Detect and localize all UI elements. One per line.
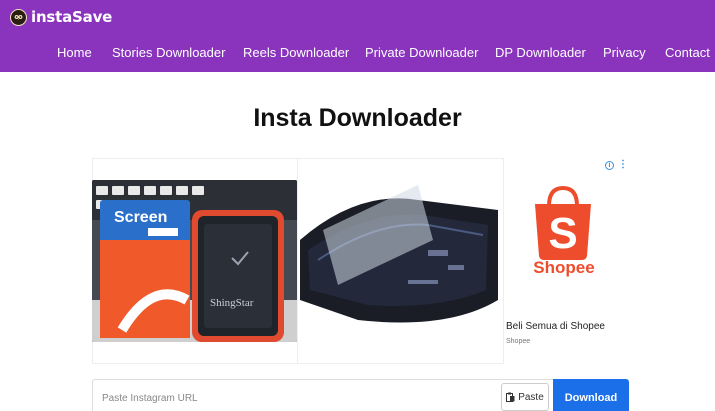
nav-contact[interactable]: Contact (665, 45, 710, 60)
top-header: instaSave Home Stories Downloader Reels … (0, 0, 715, 72)
ad-phone-label: ShingStar (210, 297, 254, 309)
url-input-group: Paste Download (92, 379, 629, 411)
brand-logo[interactable]: instaSave (10, 8, 112, 26)
nav-private-downloader[interactable]: Private Downloader (365, 45, 478, 60)
ad-info-icon[interactable]: i (605, 160, 614, 170)
ad-product-image-screen-film[interactable] (298, 180, 503, 342)
paste-button-label: Paste (518, 391, 544, 403)
nav-stories-downloader[interactable]: Stories Downloader (112, 45, 225, 60)
instagram-url-input[interactable] (93, 380, 501, 411)
ad-more-options-icon[interactable]: ⋮ (618, 160, 628, 170)
main-nav: Home Stories Downloader Reels Downloader… (0, 45, 715, 63)
ad-box-label: Screen (114, 209, 167, 226)
nav-dp-downloader[interactable]: DP Downloader (495, 45, 586, 60)
svg-text:S: S (548, 209, 577, 258)
ad-product-image-phone-box[interactable]: Screen ShingStar (92, 180, 297, 342)
clipboard-icon (506, 392, 515, 402)
page-title: Insta Downloader (253, 104, 462, 132)
brand-name: instaSave (31, 8, 113, 26)
ad-source: Shopee (506, 338, 531, 345)
paste-button[interactable]: Paste (501, 383, 549, 411)
ad-choices[interactable]: i ⋮ (605, 160, 628, 170)
nav-reels-downloader[interactable]: Reels Downloader (243, 45, 349, 60)
nav-home[interactable]: Home (57, 45, 92, 60)
shopee-wordmark: Shopee (533, 258, 595, 277)
nav-privacy[interactable]: Privacy (603, 45, 646, 60)
download-button[interactable]: Download (553, 379, 629, 411)
ad-headline[interactable]: Beli Semua di Shopee (506, 321, 605, 332)
ad-border-right (503, 158, 504, 364)
ad-banner[interactable]: Screen ShingStar i ⋮ S Shopee Beli Semua… (92, 158, 628, 364)
owl-logo-icon (10, 8, 27, 26)
